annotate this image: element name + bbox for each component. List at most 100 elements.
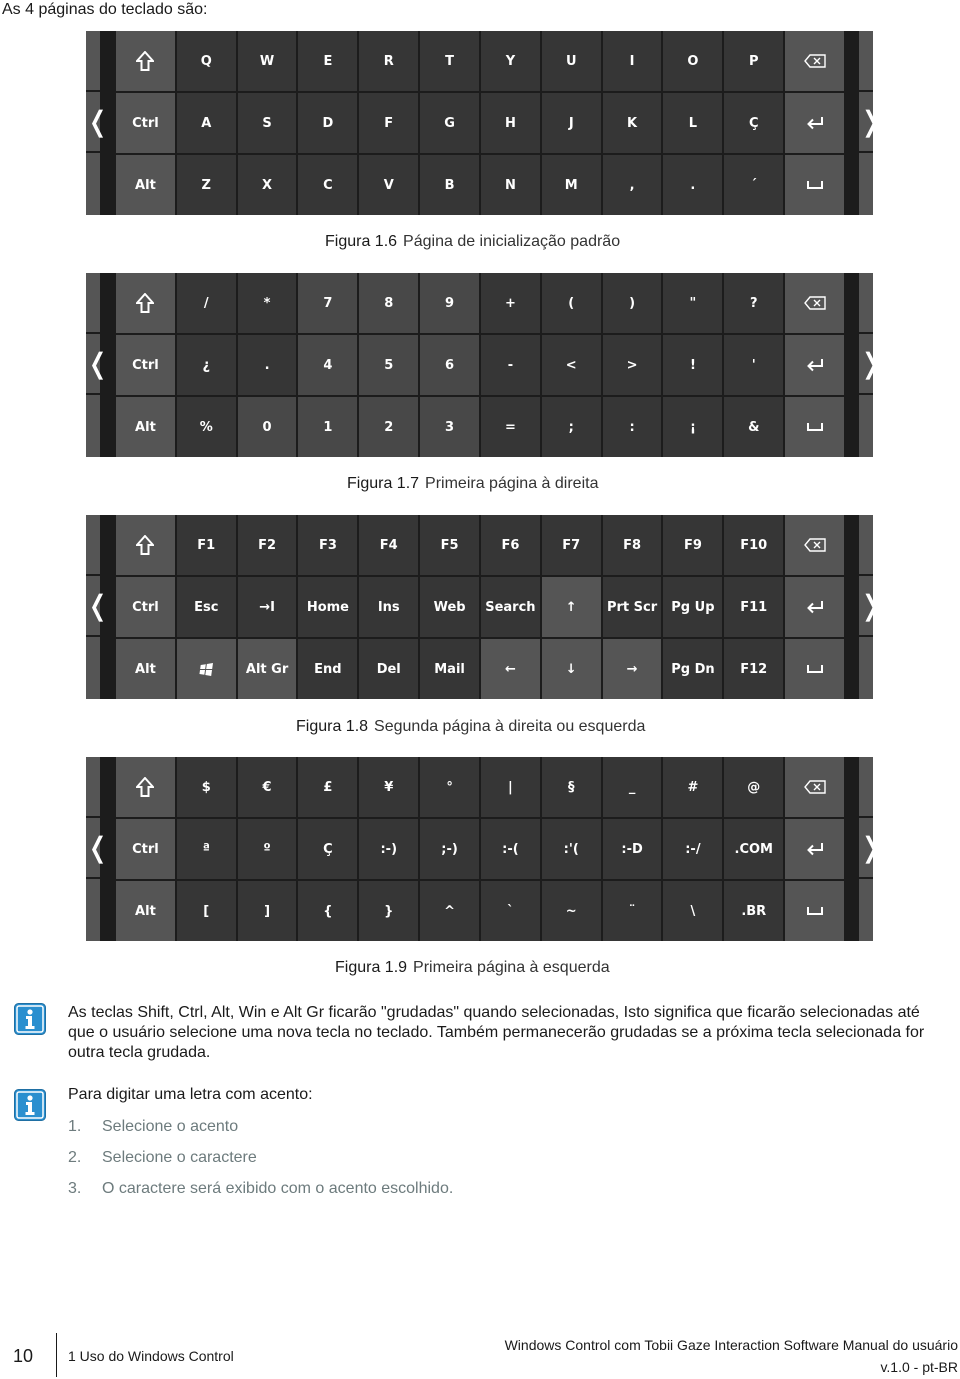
key-i[interactable]: →I	[237, 577, 297, 637]
shift-key[interactable]	[116, 273, 175, 333]
key-symbol[interactable]: ª	[176, 819, 236, 879]
key-symbol[interactable]: !	[663, 335, 723, 395]
key-symbol[interactable]: )	[602, 273, 662, 333]
key-symbol[interactable]: .	[663, 155, 723, 215]
key-symbol[interactable]: :-(	[480, 819, 540, 879]
key-symbol[interactable]: $	[176, 757, 236, 817]
key-f6[interactable]: F6	[480, 515, 540, 575]
key-2[interactable]: 2	[359, 397, 419, 457]
key-prt-scr[interactable]: Prt Scr	[602, 577, 662, 637]
key-home[interactable]: Home	[298, 577, 358, 637]
chevron-right-icon[interactable]: ❭	[859, 818, 882, 877]
key-w[interactable]: W	[237, 31, 297, 91]
key-v[interactable]: V	[359, 155, 419, 215]
key-f10[interactable]: F10	[724, 515, 784, 575]
key-t[interactable]: T	[420, 31, 479, 91]
key-f11[interactable]: F11	[724, 577, 784, 637]
key-symbol[interactable]: `	[480, 881, 540, 941]
key-symbol[interactable]: {	[298, 881, 358, 941]
key-7[interactable]: 7	[298, 273, 358, 333]
key-symbol[interactable]: º	[237, 819, 297, 879]
key-symbol[interactable]: ¡	[663, 397, 723, 457]
key-symbol[interactable]: ←	[480, 639, 540, 699]
key-ctrl[interactable]: Ctrl	[116, 93, 175, 153]
key-i[interactable]: I	[602, 31, 662, 91]
key-f[interactable]: F	[359, 93, 419, 153]
key-alt[interactable]: Alt	[116, 397, 175, 457]
space-key[interactable]	[785, 397, 844, 457]
key-symbol[interactable]: .	[237, 335, 297, 395]
key-f2[interactable]: F2	[237, 515, 297, 575]
key-ins[interactable]: Ins	[359, 577, 419, 637]
key-x[interactable]: X	[237, 155, 297, 215]
key-k[interactable]: K	[602, 93, 662, 153]
backspace-key[interactable]	[785, 273, 844, 333]
key-symbol[interactable]: ¨	[602, 881, 662, 941]
backspace-key[interactable]	[785, 515, 844, 575]
key-symbol[interactable]: ]	[237, 881, 297, 941]
key-l[interactable]: L	[663, 93, 723, 153]
key-symbol[interactable]: <	[541, 335, 601, 395]
key-symbol[interactable]: Ç	[724, 93, 784, 153]
key-symbol[interactable]: #	[663, 757, 723, 817]
key-symbol[interactable]: "	[663, 273, 723, 333]
key-symbol[interactable]: _	[602, 757, 662, 817]
chevron-left-icon[interactable]: ❬	[86, 576, 109, 635]
key-symbol[interactable]: £	[298, 757, 358, 817]
key-symbol[interactable]: :	[602, 397, 662, 457]
key-b[interactable]: B	[420, 155, 479, 215]
key-f3[interactable]: F3	[298, 515, 358, 575]
key-search[interactable]: Search	[480, 577, 540, 637]
key-4[interactable]: 4	[298, 335, 358, 395]
key-pg-up[interactable]: Pg Up	[663, 577, 723, 637]
key-r[interactable]: R	[359, 31, 419, 91]
key-1[interactable]: 1	[298, 397, 358, 457]
key-symbol[interactable]: +	[480, 273, 540, 333]
key-symbol[interactable]: €	[237, 757, 297, 817]
key-web[interactable]: Web	[420, 577, 479, 637]
key-end[interactable]: End	[298, 639, 358, 699]
key-u[interactable]: U	[541, 31, 601, 91]
key-symbol[interactable]: :-)	[359, 819, 419, 879]
chevron-right-icon[interactable]: ❭	[859, 576, 882, 635]
key-symbol[interactable]: ↑	[541, 577, 601, 637]
key-symbol[interactable]: =	[480, 397, 540, 457]
key-alt[interactable]: Alt	[116, 155, 175, 215]
key-symbol[interactable]: *	[237, 273, 297, 333]
chevron-right-icon[interactable]: ❭	[859, 334, 882, 393]
enter-key[interactable]	[785, 819, 844, 879]
key-br[interactable]: .BR	[724, 881, 784, 941]
key-s[interactable]: S	[237, 93, 297, 153]
key-a[interactable]: A	[176, 93, 236, 153]
chevron-left-icon[interactable]: ❬	[86, 818, 109, 877]
backspace-key[interactable]	[785, 31, 844, 91]
key-alt-gr[interactable]: Alt Gr	[237, 639, 297, 699]
key-m[interactable]: M	[541, 155, 601, 215]
chevron-left-icon[interactable]: ❬	[86, 92, 109, 151]
key-symbol[interactable]: ´	[724, 155, 784, 215]
key-f12[interactable]: F12	[724, 639, 784, 699]
key-symbol[interactable]: }	[359, 881, 419, 941]
key-g[interactable]: G	[420, 93, 479, 153]
key-mail[interactable]: Mail	[420, 639, 479, 699]
chevron-right-icon[interactable]: ❭	[859, 92, 882, 151]
key-symbol[interactable]: [	[176, 881, 236, 941]
key-c[interactable]: C	[298, 155, 358, 215]
key-symbol[interactable]: ¥	[359, 757, 419, 817]
key-f5[interactable]: F5	[420, 515, 479, 575]
key-pg-dn[interactable]: Pg Dn	[663, 639, 723, 699]
key-f9[interactable]: F9	[663, 515, 723, 575]
key-symbol[interactable]: ↓	[541, 639, 601, 699]
key-symbol[interactable]: @	[724, 757, 784, 817]
key-symbol[interactable]: ;-)	[420, 819, 479, 879]
key-alt[interactable]: Alt	[116, 639, 175, 699]
key-symbol[interactable]: &	[724, 397, 784, 457]
key-p[interactable]: P	[724, 31, 784, 91]
key-y[interactable]: Y	[480, 31, 540, 91]
key-o[interactable]: O	[663, 31, 723, 91]
key-0[interactable]: 0	[237, 397, 297, 457]
key-symbol[interactable]: >	[602, 335, 662, 395]
key-f7[interactable]: F7	[541, 515, 601, 575]
shift-key[interactable]	[116, 757, 175, 817]
key-symbol[interactable]: ^	[420, 881, 479, 941]
